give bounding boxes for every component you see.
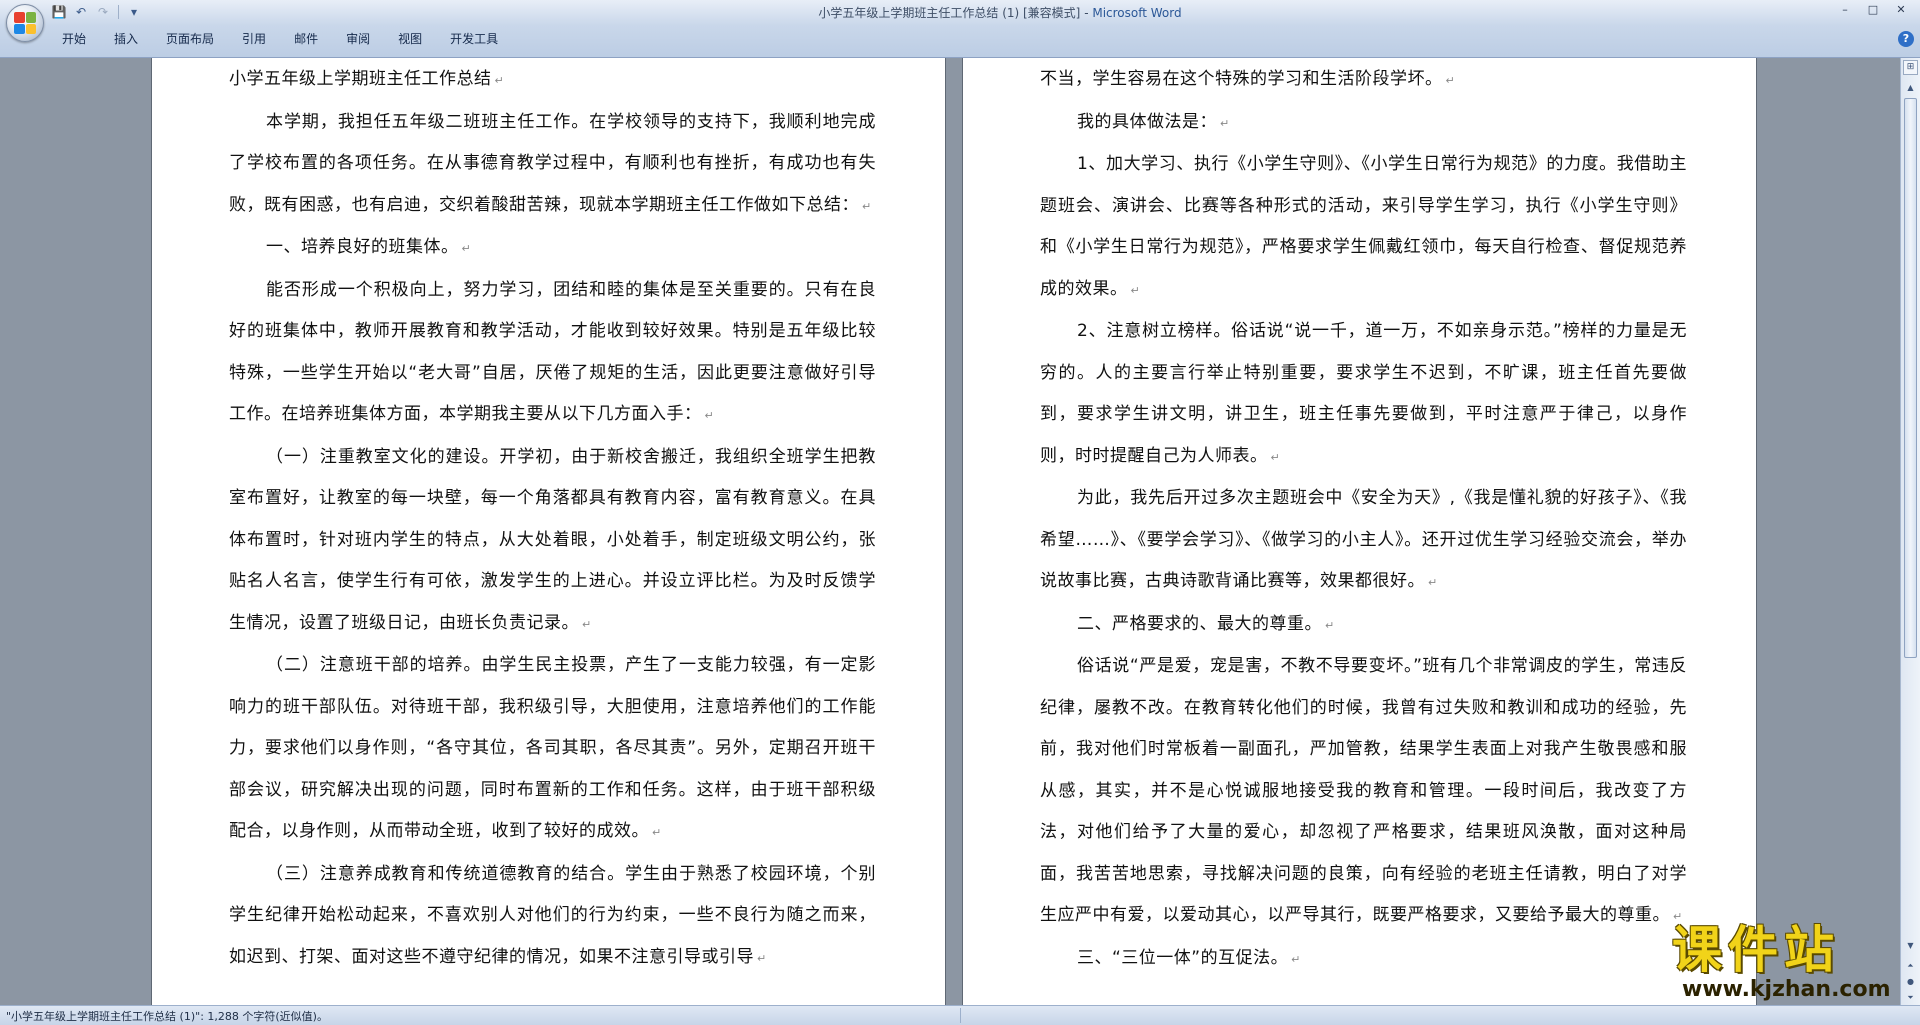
- title-bar: 💾 ↶ ↷ ▾ 小学五年级上学期班主任工作总结 (1) [兼容模式] - Mic…: [0, 0, 1920, 58]
- page-content-right: 不当，学生容易在这个特殊的学习和生活阶段学坏。我的具体做法是：1、加大学习、执行…: [1040, 59, 1687, 980]
- tab-references[interactable]: 引用: [228, 28, 280, 50]
- paragraph[interactable]: 我的具体做法是：: [1040, 102, 1687, 145]
- document-title-line[interactable]: 小学五年级上学期班主任工作总结: [229, 59, 876, 102]
- browse-object-icon[interactable]: ●: [1903, 974, 1918, 989]
- paragraph[interactable]: （三）注意养成教育和传统道德教育的结合。学生由于熟悉了校园环境，个别学生纪律开始…: [229, 854, 876, 980]
- scroll-up-icon[interactable]: ▲: [1903, 80, 1918, 95]
- tab-review[interactable]: 审阅: [332, 28, 384, 50]
- document-page-left[interactable]: 小学五年级上学期班主任工作总结本学期，我担任五年级二班班主任工作。在学校领导的支…: [152, 58, 945, 1005]
- paragraph[interactable]: 不当，学生容易在这个特殊的学习和生活阶段学坏。: [1040, 59, 1687, 102]
- paragraph[interactable]: 2、注意树立榜样。俗话说“说一千，道一万，不如亲身示范。”榜样的力量是无穷的。人…: [1040, 311, 1687, 478]
- scroll-thumb[interactable]: [1904, 98, 1917, 658]
- watermark-logo: 课件站 www.kjzhan.com: [1672, 922, 1904, 1004]
- paragraph[interactable]: （二）注意班干部的培养。由学生民主投票，产生了一支能力较强，有一定影响力的班干部…: [229, 645, 876, 854]
- paragraph[interactable]: （一）注重教室文化的建设。开学初，由于新校舍搬迁，我组织全班学生把教室布置好，让…: [229, 437, 876, 646]
- document-page-right[interactable]: 不当，学生容易在这个特殊的学习和生活阶段学坏。我的具体做法是：1、加大学习、执行…: [963, 58, 1756, 1005]
- paragraph[interactable]: 本学期，我担任五年级二班班主任工作。在学校领导的支持下，我顺利地完成了学校布置的…: [229, 102, 876, 228]
- tab-home[interactable]: 开始: [48, 28, 100, 50]
- app-name: Microsoft Word: [1092, 6, 1182, 20]
- paragraph[interactable]: 俗话说“严是爱，宠是害，不教不导要变坏。”班有几个非常调皮的学生，常违反纪律，屡…: [1040, 646, 1687, 938]
- window-title: 小学五年级上学期班主任工作总结 (1) [兼容模式] - Microsoft W…: [0, 4, 1920, 21]
- ribbon-tabs: 开始 插入 页面布局 引用 邮件 审阅 视图 开发工具: [48, 28, 512, 50]
- tab-developer[interactable]: 开发工具: [436, 28, 512, 50]
- help-icon[interactable]: ?: [1898, 31, 1914, 47]
- maximize-button[interactable]: □: [1860, 2, 1886, 18]
- word-count-status[interactable]: "小学五年级上学期班主任工作总结 (1)": 1,288 个字符(近似值)。: [6, 1008, 328, 1024]
- document-title: 小学五年级上学期班主任工作总结 (1) [兼容模式]: [818, 6, 1081, 20]
- tab-mailings[interactable]: 邮件: [280, 28, 332, 50]
- close-button[interactable]: ✕: [1888, 2, 1914, 18]
- next-page-icon[interactable]: ⏷: [1903, 990, 1918, 1005]
- previous-page-icon[interactable]: ⏶: [1903, 958, 1918, 973]
- ruler-toggle-icon[interactable]: ⊞: [1903, 60, 1918, 75]
- vertical-scrollbar[interactable]: ⊞ ▲ ▼ ⏶ ● ⏷: [1900, 58, 1920, 1005]
- document-area: 小学五年级上学期班主任工作总结本学期，我担任五年级二班班主任工作。在学校领导的支…: [0, 58, 1900, 1005]
- watermark-url: www.kjzhan.com: [1682, 977, 1891, 1002]
- paragraph[interactable]: 为此，我先后开过多次主题班会中《安全为天》,《我是懂礼貌的好孩子》、《我希望………: [1040, 478, 1687, 604]
- tab-insert[interactable]: 插入: [100, 28, 152, 50]
- paragraph[interactable]: 1、加大学习、执行《小学生守则》、《小学生日常行为规范》的力度。我借助主题班会、…: [1040, 144, 1687, 311]
- paragraph[interactable]: 能否形成一个积极向上，努力学习，团结和睦的集体是至关重要的。只有在良好的班集体中…: [229, 270, 876, 437]
- tab-view[interactable]: 视图: [384, 28, 436, 50]
- window-controls: – □ ✕: [1832, 2, 1914, 18]
- page-content-left: 小学五年级上学期班主任工作总结本学期，我担任五年级二班班主任工作。在学校领导的支…: [229, 59, 876, 979]
- scroll-down-icon[interactable]: ▼: [1903, 938, 1918, 953]
- tab-page-layout[interactable]: 页面布局: [152, 28, 228, 50]
- title-separator: -: [1080, 6, 1093, 20]
- watermark-title: 课件站: [1672, 921, 1840, 979]
- paragraph[interactable]: 一、培养良好的班集体。: [229, 227, 876, 270]
- paragraph[interactable]: 三、“三位一体”的互促法。: [1040, 938, 1687, 981]
- minimize-button[interactable]: –: [1832, 2, 1858, 18]
- paragraph[interactable]: 二、严格要求的、最大的尊重。: [1040, 604, 1687, 647]
- status-bar: "小学五年级上学期班主任工作总结 (1)": 1,288 个字符(近似值)。: [0, 1005, 1920, 1025]
- status-divider: [960, 1008, 961, 1023]
